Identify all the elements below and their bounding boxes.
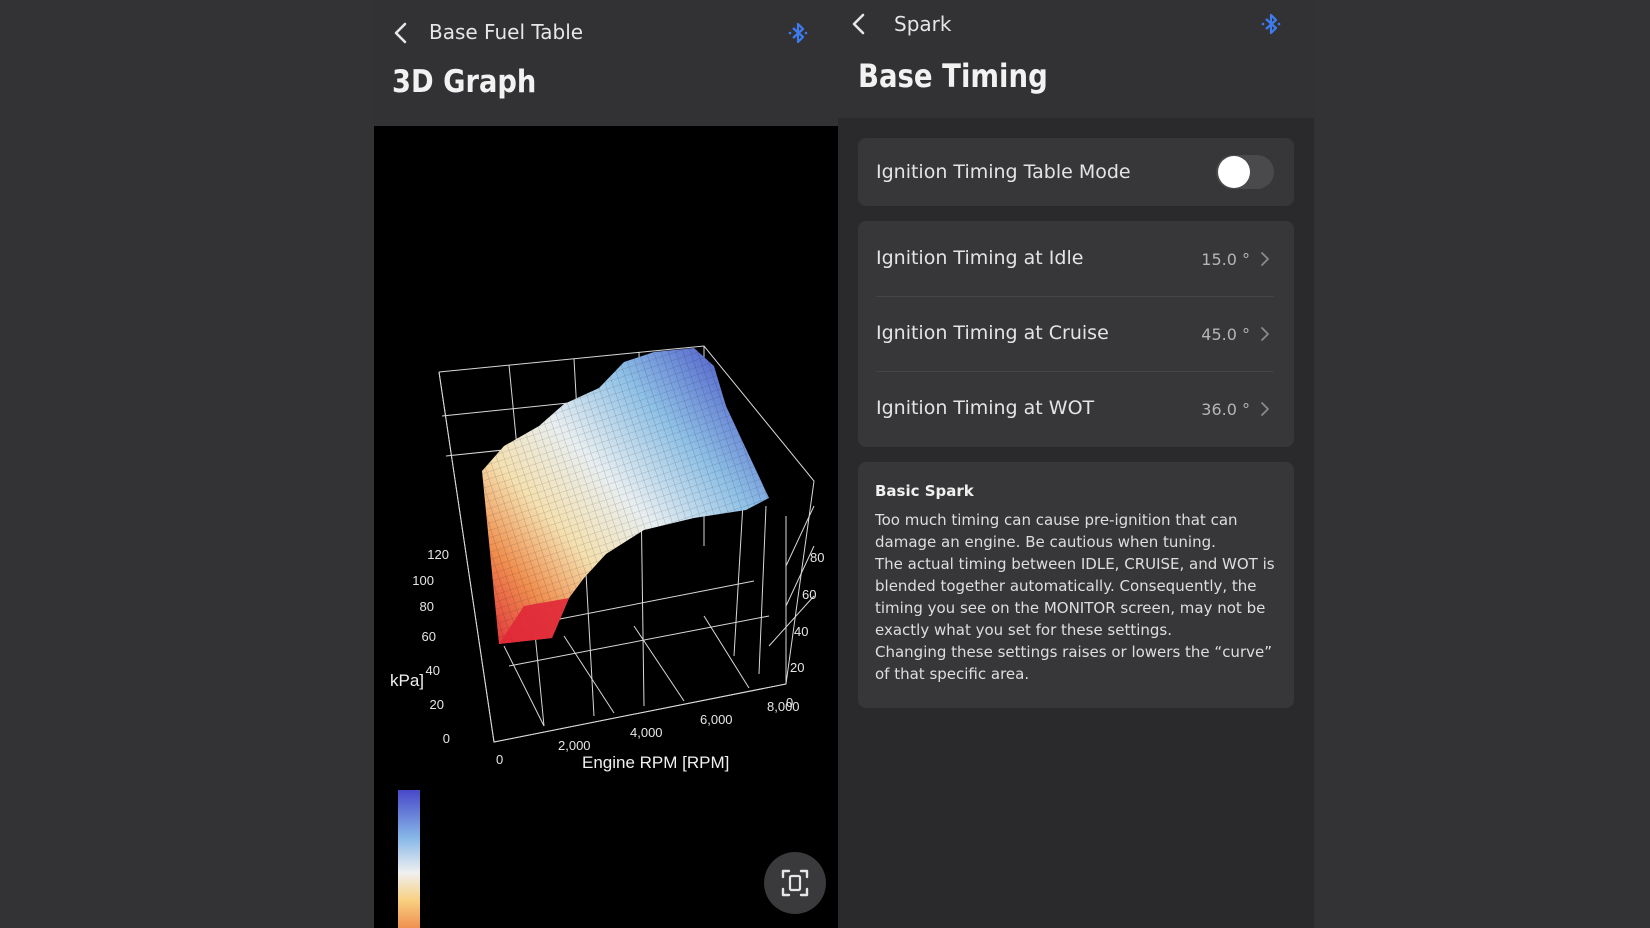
page-title: 3D Graph xyxy=(392,64,537,100)
y-tick: 40 xyxy=(426,663,440,678)
right-tick: 40 xyxy=(794,624,808,639)
screen-title: Base Fuel Table xyxy=(429,20,584,44)
x-tick: 8,000 xyxy=(767,699,800,714)
list-item-wot[interactable]: Ignition Timing at WOT 36.0 ° xyxy=(858,371,1294,445)
y-tick: 20 xyxy=(430,697,444,712)
right-tick: 60 xyxy=(802,587,816,602)
screen-title: Spark xyxy=(894,12,952,36)
x-axis-label: Engine RPM [RPM] xyxy=(582,753,729,772)
fuel-surface xyxy=(482,348,769,644)
y-tick: 80 xyxy=(420,599,434,614)
graph-screen: Base Fuel Table 3D Graph 0 20 40 60 80 1… xyxy=(374,0,838,928)
chevron-right-icon xyxy=(1258,325,1272,343)
list-item-cruise[interactable]: Ignition Timing at Cruise 45.0 ° xyxy=(858,296,1294,370)
y-axis-label: kPa] xyxy=(390,671,424,690)
x-tick: 2,000 xyxy=(558,738,591,753)
graph-header: Base Fuel Table 3D Graph xyxy=(374,0,838,126)
row-label: Ignition Timing at WOT xyxy=(876,397,1095,419)
info-title: Basic Spark xyxy=(875,482,974,500)
info-body: Too much timing can cause pre-ignition t… xyxy=(875,509,1285,685)
right-tick: 0 xyxy=(786,695,793,710)
row-label: Ignition Timing at Cruise xyxy=(876,322,1109,344)
timing-settings-list: Ignition Timing at Idle 15.0 ° Ignition … xyxy=(858,221,1294,447)
x-tick: 0 xyxy=(496,752,503,767)
3d-graph-viewport[interactable]: 0 20 40 60 80 100 120 kPa] 0 2,000 4,000… xyxy=(374,126,838,928)
surface-plot: 0 20 40 60 80 100 120 kPa] 0 2,000 4,000… xyxy=(390,345,824,928)
row-value: 45.0 ° xyxy=(1201,325,1250,344)
table-mode-card: Ignition Timing Table Mode xyxy=(858,138,1294,206)
fullscreen-icon xyxy=(781,869,809,897)
y-tick: 60 xyxy=(422,629,436,644)
y-tick: 120 xyxy=(427,547,449,562)
y-tick: 0 xyxy=(443,731,450,746)
right-tick: 80 xyxy=(810,550,824,565)
toggle-label: Ignition Timing Table Mode xyxy=(876,161,1131,183)
info-paragraph: The actual timing between IDLE, CRUISE, … xyxy=(875,555,1275,639)
table-mode-toggle[interactable] xyxy=(1216,155,1274,189)
chevron-right-icon xyxy=(1258,250,1272,268)
settings-screen: Spark Base Timing Ignition Timing Table … xyxy=(838,0,1314,928)
page-title: Base Timing xyxy=(858,57,1048,95)
fullscreen-button[interactable] xyxy=(764,852,826,914)
settings-header: Spark Base Timing xyxy=(838,0,1314,118)
back-chevron-icon[interactable] xyxy=(388,20,414,46)
y-tick: 100 xyxy=(412,573,434,588)
right-tick: 20 xyxy=(790,660,804,675)
info-card: Basic Spark Too much timing can cause pr… xyxy=(858,462,1294,708)
bluetooth-icon[interactable] xyxy=(1258,11,1284,37)
x-tick: 6,000 xyxy=(700,712,733,727)
toggle-knob xyxy=(1218,156,1250,188)
list-item-idle[interactable]: Ignition Timing at Idle 15.0 ° xyxy=(858,221,1294,295)
info-paragraph: Too much timing can cause pre-ignition t… xyxy=(875,511,1238,551)
row-label: Ignition Timing at Idle xyxy=(876,247,1084,269)
bluetooth-icon[interactable] xyxy=(785,20,811,46)
chevron-right-icon xyxy=(1258,400,1272,418)
row-value: 15.0 ° xyxy=(1201,250,1250,269)
info-paragraph: Changing these settings raises or lowers… xyxy=(875,643,1272,683)
row-value: 36.0 ° xyxy=(1201,400,1250,419)
color-scale-bar xyxy=(398,790,420,928)
back-chevron-icon[interactable] xyxy=(846,11,872,37)
x-tick: 4,000 xyxy=(630,725,663,740)
